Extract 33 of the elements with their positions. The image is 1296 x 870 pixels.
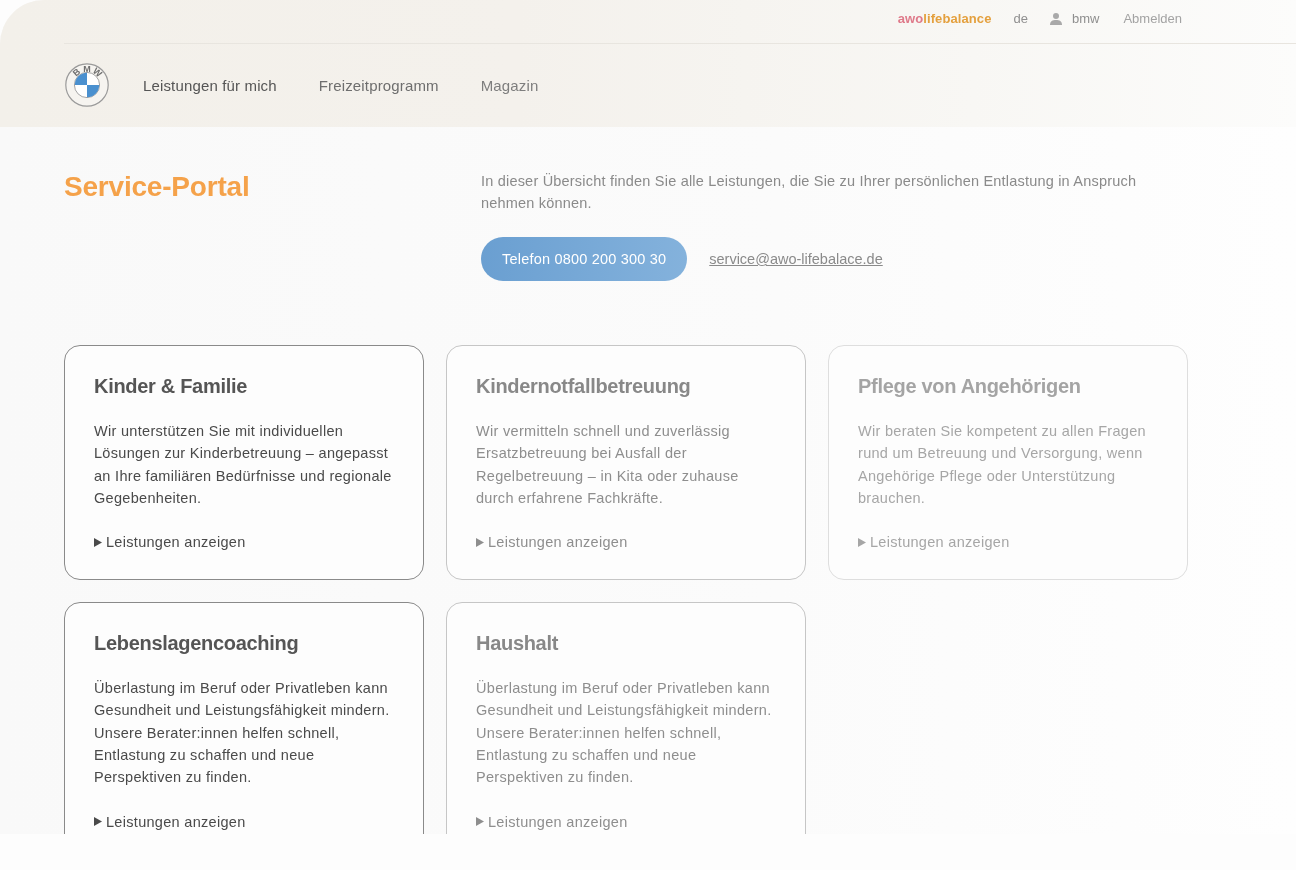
caret-icon xyxy=(858,537,866,547)
nav-link[interactable]: Leistungen für mich xyxy=(143,76,277,94)
roundel-logo[interactable]: B M W xyxy=(65,63,109,107)
card-text: Überlastung im Beruf oder Privatleben kann Gesundheit und Leistungsfähigkeit mindern. Unsere Berater:innen helfen schnell, Entlastung zu schaffen und neue Perspektiven zu finden. xyxy=(94,679,391,788)
show-services-link[interactable]: Leistungen anzeigen xyxy=(94,812,246,831)
show-services-link[interactable]: Leistungen anzeigen xyxy=(858,533,1010,552)
card-text: Überlastung im Beruf oder Privatleben kann Gesundheit und Leistungsfähigkeit mindern. Unsere Berater:innen helfen schnell, Entlastung zu schaffen und neue Perspektiven zu finden. xyxy=(476,679,773,788)
card-title: Kinder & Familie xyxy=(94,374,248,399)
card-title: Pflege von Angehörigen xyxy=(858,374,1082,399)
caret-icon xyxy=(94,537,102,547)
card-title: Kindernotfallbetreuung xyxy=(476,374,692,399)
card-title: Lebenslagencoaching xyxy=(94,631,300,657)
show-services-link[interactable]: Leistungen anzeigen xyxy=(476,533,628,552)
caret-icon xyxy=(476,537,484,547)
logout-link[interactable]: Abmelden xyxy=(1123,11,1182,26)
brand-logo[interactable]: awolifebalance xyxy=(897,11,992,26)
caret-icon xyxy=(94,817,102,827)
card-title: Haushalt xyxy=(476,631,560,657)
show-services-link[interactable]: Leistungen anzeigen xyxy=(94,533,246,552)
language-link[interactable]: de xyxy=(1013,11,1028,26)
intro-text: In dieser Übersicht finden Sie alle Leistungen, die Sie zu Ihrer persönlichen Entlastung in Anspruch nehmen können. xyxy=(481,172,1138,213)
user-name: bmw xyxy=(1072,11,1100,26)
email-link[interactable]: service@awo-lifebalace.de xyxy=(709,251,883,267)
card-text: Wir unterstützen Sie mit individuellen Lösungen zur Kinderbetreuung – angepasst an Ihre familiären Bedürfnisse und regionale Gegebenheiten. xyxy=(94,422,393,508)
page-title: Service-Portal xyxy=(64,170,251,204)
nav-link[interactable]: Freizeitprogramm xyxy=(318,76,439,94)
card-text: Wir beraten Sie kompetent zu allen Fragen rund um Betreuung und Versorgung, wenn Angehörige Pflege oder Unterstützung brauchen. xyxy=(858,422,1147,508)
phone-button[interactable]: Telefon 0800 200 300 30 xyxy=(481,237,688,281)
user-icon xyxy=(1050,12,1062,25)
caret-icon xyxy=(476,817,484,827)
show-services-link[interactable]: Leistungen anzeigen xyxy=(476,812,628,831)
card-text: Wir vermitteln schnell und zuverlässig Ersatzbetreuung bei Ausfall der Regelbetreuung – in Kita oder zuhause durch erfahrene Fachkräfte. xyxy=(476,422,740,508)
nav-link[interactable]: Magazin xyxy=(480,76,539,94)
